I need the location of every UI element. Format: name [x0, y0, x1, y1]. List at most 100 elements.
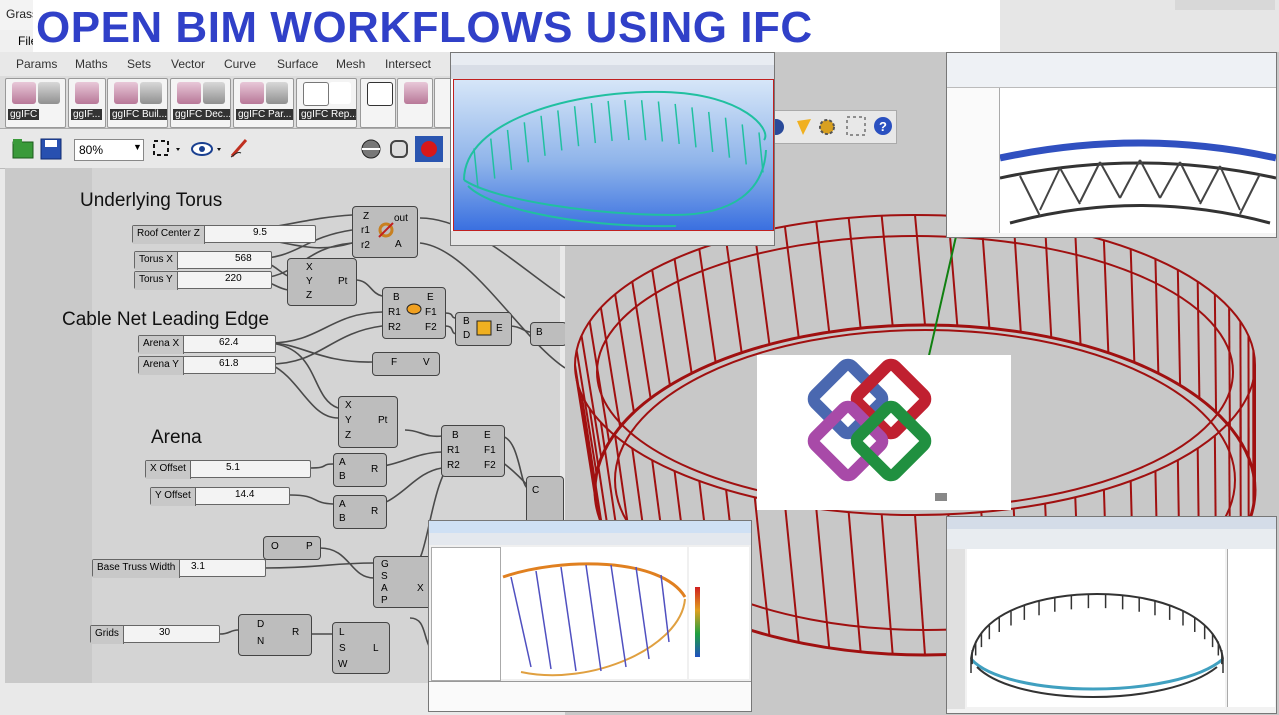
- inset-viewport: [453, 79, 774, 231]
- roof-tool-button[interactable]: [397, 78, 433, 128]
- chevron-down-icon: ▼: [133, 142, 142, 152]
- slider-torus-y[interactable]: Torus Y 220: [134, 271, 272, 290]
- slider-arena-x[interactable]: Arena X 62.4: [138, 335, 276, 354]
- svg-text:?: ?: [879, 119, 887, 134]
- divide-domain-component[interactable]: D N R: [238, 614, 312, 656]
- preview-mode-icon[interactable]: [360, 138, 384, 160]
- zoom-extents-icon[interactable]: [150, 138, 184, 160]
- slider-name: X Offset: [146, 461, 191, 479]
- input-d: D: [463, 330, 471, 341]
- ggifc-building-tool-button[interactable]: ggIFC Buil...: [107, 78, 168, 128]
- slider-x-offset[interactable]: X Offset 5.1: [145, 460, 311, 479]
- slider-grids[interactable]: Grids 30: [90, 625, 220, 644]
- input-d: D: [257, 619, 265, 630]
- wireframe-mode-icon[interactable]: [388, 138, 412, 160]
- slider-base-truss-width[interactable]: Base Truss Width 3.1: [92, 559, 266, 578]
- input-w: W: [338, 659, 348, 670]
- revit-ribbon: [947, 53, 1276, 88]
- output-f1: F1: [425, 307, 437, 318]
- input-a: A: [381, 583, 388, 594]
- save-file-icon[interactable]: [40, 138, 64, 160]
- tab-maths[interactable]: Maths: [75, 57, 108, 71]
- b-component[interactable]: B: [530, 322, 567, 346]
- window-controls[interactable]: [1175, 0, 1275, 10]
- input-r2: R2: [447, 460, 460, 471]
- input-b: B: [339, 513, 346, 524]
- slider-arena-y[interactable]: Arena Y 61.8: [138, 356, 276, 375]
- negative-component[interactable]: O P: [263, 536, 321, 560]
- tab-vector[interactable]: Vector: [171, 57, 205, 71]
- inset-color-scale: [695, 587, 700, 657]
- pipe-icon: [266, 82, 288, 104]
- input-r2: r2: [361, 240, 370, 251]
- construct-point-2-component[interactable]: X Y Z Pt: [338, 396, 398, 448]
- ggif-tool-button[interactable]: ggIF...: [68, 78, 106, 128]
- tool-label: ggIFC Rep...: [299, 109, 356, 120]
- output-f2: F2: [484, 460, 496, 471]
- c-component[interactable]: C: [526, 476, 564, 524]
- tab-intersect[interactable]: Intersect: [385, 57, 431, 71]
- slider-value: 61.8: [219, 358, 239, 369]
- list-component[interactable]: L S W L: [332, 622, 390, 674]
- tab-surface[interactable]: Surface: [277, 57, 318, 71]
- zoom-dropdown[interactable]: 80% ▼: [74, 139, 144, 161]
- slider-value: 220: [225, 273, 242, 284]
- torus-icon: [378, 222, 394, 238]
- sketch-pen-icon[interactable]: [228, 136, 254, 160]
- inset-tree-panel: [431, 547, 501, 681]
- tab-curve[interactable]: Curve: [224, 57, 256, 71]
- slider-roof-center-z[interactable]: Roof Center Z 9.5: [132, 225, 316, 244]
- light-icon[interactable]: [795, 117, 813, 137]
- ggifc-param-tool-button[interactable]: ggIFC Par...: [233, 78, 294, 128]
- tab-sets[interactable]: Sets: [127, 57, 151, 71]
- output-x: X: [417, 583, 424, 594]
- fe-truss-ring-model: [969, 592, 1224, 698]
- output-r: R: [292, 627, 300, 638]
- help-icon[interactable]: ?: [873, 116, 893, 136]
- inset-statusbar: [451, 231, 774, 245]
- torus-component[interactable]: Z r1 r2 out A: [352, 206, 418, 258]
- cyan-truss-model: [463, 90, 767, 228]
- output-r: R: [371, 464, 379, 475]
- input-b: B: [463, 316, 470, 327]
- output-a: A: [395, 239, 402, 250]
- rhino-toolbar: ?: [760, 110, 897, 144]
- construct-point-component[interactable]: X Y Z Pt: [287, 258, 357, 306]
- slider-name: Arena X: [139, 336, 185, 354]
- ggifc-decompose-tool-button[interactable]: ggIFC Dec...: [170, 78, 231, 128]
- ellipse-component[interactable]: B R1 R2 E F1 F2: [382, 287, 446, 339]
- output-e: E: [427, 292, 434, 303]
- slider-torus-x[interactable]: Torus X 568: [134, 251, 272, 270]
- tab-mesh[interactable]: Mesh: [336, 57, 365, 71]
- group-title-arena: Arena: [151, 427, 202, 448]
- input-y: Y: [306, 276, 313, 287]
- gsap-component[interactable]: G S A P X: [373, 556, 433, 608]
- divide-icon: [476, 320, 492, 336]
- slider-y-offset[interactable]: Y Offset 14.4: [150, 487, 290, 506]
- grid-snap-icon[interactable]: [845, 115, 867, 137]
- input-a: A: [339, 457, 346, 468]
- ggifc-report-tool-button[interactable]: ggIFC Rep...: [296, 78, 357, 128]
- open-file-icon[interactable]: [12, 138, 36, 160]
- ellipse-2-component[interactable]: B R1 R2 E F1 F2: [441, 425, 505, 477]
- group-title-cable-net: Cable Net Leading Edge: [62, 309, 270, 330]
- tab-params[interactable]: Params: [16, 57, 57, 71]
- preview-eye-icon[interactable]: [190, 138, 224, 160]
- circle-icon: [303, 82, 329, 106]
- input-p: P: [381, 595, 388, 606]
- inset-fe-view: [967, 549, 1225, 707]
- person-tool-button[interactable]: [360, 78, 396, 128]
- ggifc-tool-button[interactable]: ggIFC: [5, 78, 66, 128]
- shaded-mode-icon[interactable]: [414, 135, 444, 163]
- zoom-value: 80%: [79, 143, 104, 157]
- output-f2: F2: [425, 322, 437, 333]
- inset-toolbar: [429, 533, 751, 545]
- output-pt: Pt: [338, 276, 348, 287]
- vector-z-component[interactable]: F V: [372, 352, 440, 376]
- input-s: S: [339, 643, 346, 654]
- subtraction-component[interactable]: A B R: [333, 453, 387, 487]
- gear-icon[interactable]: [817, 117, 837, 137]
- divide-curve-component[interactable]: B D E: [455, 312, 512, 346]
- subtraction-2-component[interactable]: A B R: [333, 495, 387, 529]
- tool-label: ggIF...: [71, 109, 103, 120]
